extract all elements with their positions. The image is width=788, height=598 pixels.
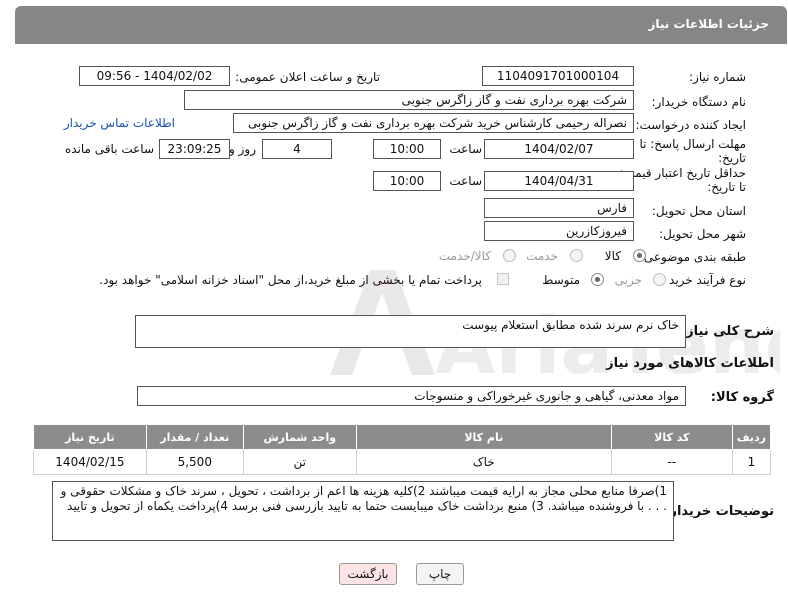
description-field[interactable]: خاک نرم سرند شده مطابق استعلام پیوست (135, 315, 686, 348)
reply-date-field[interactable]: 1404/02/07 (484, 139, 634, 159)
print-button[interactable]: چاپ (416, 563, 464, 585)
buyer-org-label: نام دستگاه خریدار: (651, 95, 747, 109)
province-field[interactable]: فارس (484, 198, 634, 218)
days-remaining-field[interactable]: 4 (262, 139, 332, 159)
goods-section-title: اطلاعات کالاهای مورد نیاز (606, 356, 774, 371)
cell-code: -- (610, 449, 733, 475)
category-option-service: خدمت (526, 249, 558, 263)
page-title: جزئیات اطلاعات نیاز (648, 17, 769, 31)
back-button[interactable]: بازگشت (339, 563, 397, 585)
goods-group-label: گروه کالا: (710, 390, 774, 405)
goods-group-field[interactable]: مواد معدنی، گیاهی و جانوری غیرخوراکی و م… (137, 386, 686, 406)
announce-datetime-label: تاریخ و ساعت اعلان عمومی: (235, 70, 380, 84)
process-type-label: نوع فرآیند خرید : (661, 273, 746, 287)
validity-time-label: ساعت (449, 174, 482, 188)
cell-need-date: 1404/02/15 (33, 449, 147, 475)
contact-buyer-link[interactable]: اطلاعات تماس خریدار (64, 116, 175, 130)
remaining-time-field[interactable]: 23:09:25 (159, 139, 230, 159)
cell-quantity: 5,500 (145, 449, 244, 475)
reply-deadline-label: مهلت ارسال پاسخ: تا (639, 137, 746, 151)
process-option-minor: جزیی (614, 273, 642, 287)
reply-time-field[interactable]: 10:00 (373, 139, 441, 159)
cell-name: خاک (355, 449, 612, 475)
goods-table: ردیف کد کالا نام کالا واحد شمارش تعداد /… (33, 424, 772, 475)
treasury-payment-note: پرداخت تمام یا بخشی از مبلغ خرید،از محل … (99, 273, 482, 287)
buyer-notes-field[interactable]: 1)صرفا منابع محلی مجاز به ارایه قیمت میب… (52, 481, 674, 541)
category-radio-service[interactable] (570, 249, 583, 262)
need-number-label: شماره نیاز: (689, 70, 746, 84)
col-quantity: تعداد / مقدار (145, 424, 244, 450)
remaining-time-label: ساعت باقی مانده (64, 142, 154, 156)
reply-deadline-label-2: تاریخ: (718, 151, 746, 165)
process-radio-minor[interactable] (653, 273, 666, 286)
goods-table-header: ردیف کد کالا نام کالا واحد شمارش تعداد /… (33, 424, 772, 450)
treasury-payment-checkbox[interactable] (497, 273, 509, 285)
col-code: کد کالا (610, 424, 733, 450)
reply-time-label: ساعت (449, 142, 482, 156)
col-row: ردیف (731, 424, 772, 450)
creator-label: ایجاد کننده درخواست: (635, 118, 746, 132)
buyer-org-field[interactable]: شرکت بهره برداری نفت و گاز زاگرس جنوبی (184, 90, 634, 110)
price-validity-label-2: تا تاریخ: (707, 180, 746, 194)
announce-datetime-field[interactable]: 1404/02/02 - 09:56 (79, 66, 230, 86)
col-name: نام کالا (355, 424, 612, 450)
process-option-medium: متوسط (542, 273, 580, 287)
days-label: روز و (229, 142, 256, 156)
buyer-notes-label: توضیحات خریدار: (664, 504, 774, 519)
need-number-field[interactable]: 1104091701000104 (482, 66, 634, 86)
category-option-goods: کالا (604, 249, 621, 263)
city-label: شهر محل تحویل: (659, 227, 746, 241)
validity-time-field[interactable]: 10:00 (373, 171, 441, 191)
category-radio-goods[interactable] (633, 249, 646, 262)
price-validity-label: حداقل تاریخ اعتبار قیمت: (619, 166, 746, 180)
cell-unit: تن (242, 449, 357, 475)
city-field[interactable]: فیروزکازرین (484, 221, 634, 241)
creator-field[interactable]: نصراله رحیمی کارشناس خرید شرکت بهره بردا… (233, 113, 634, 133)
province-label: استان محل تحویل: (651, 204, 746, 218)
category-label: طبقه بندی موضوعی: (639, 250, 746, 264)
validity-date-field[interactable]: 1404/04/31 (484, 171, 634, 191)
process-radio-medium[interactable] (591, 273, 604, 286)
description-label: شرح کلی نیاز: (680, 324, 774, 339)
category-option-goods-service: کالا/خدمت (438, 249, 491, 263)
cell-row: 1 (731, 449, 772, 475)
category-radio-goods-service[interactable] (503, 249, 516, 262)
table-row[interactable]: 1 -- خاک تن 5,500 1404/02/15 (33, 449, 772, 475)
page-header: جزئیات اطلاعات نیاز (15, 6, 787, 44)
col-need-date: تاریخ نیاز (33, 424, 147, 450)
col-unit: واحد شمارش (242, 424, 357, 450)
